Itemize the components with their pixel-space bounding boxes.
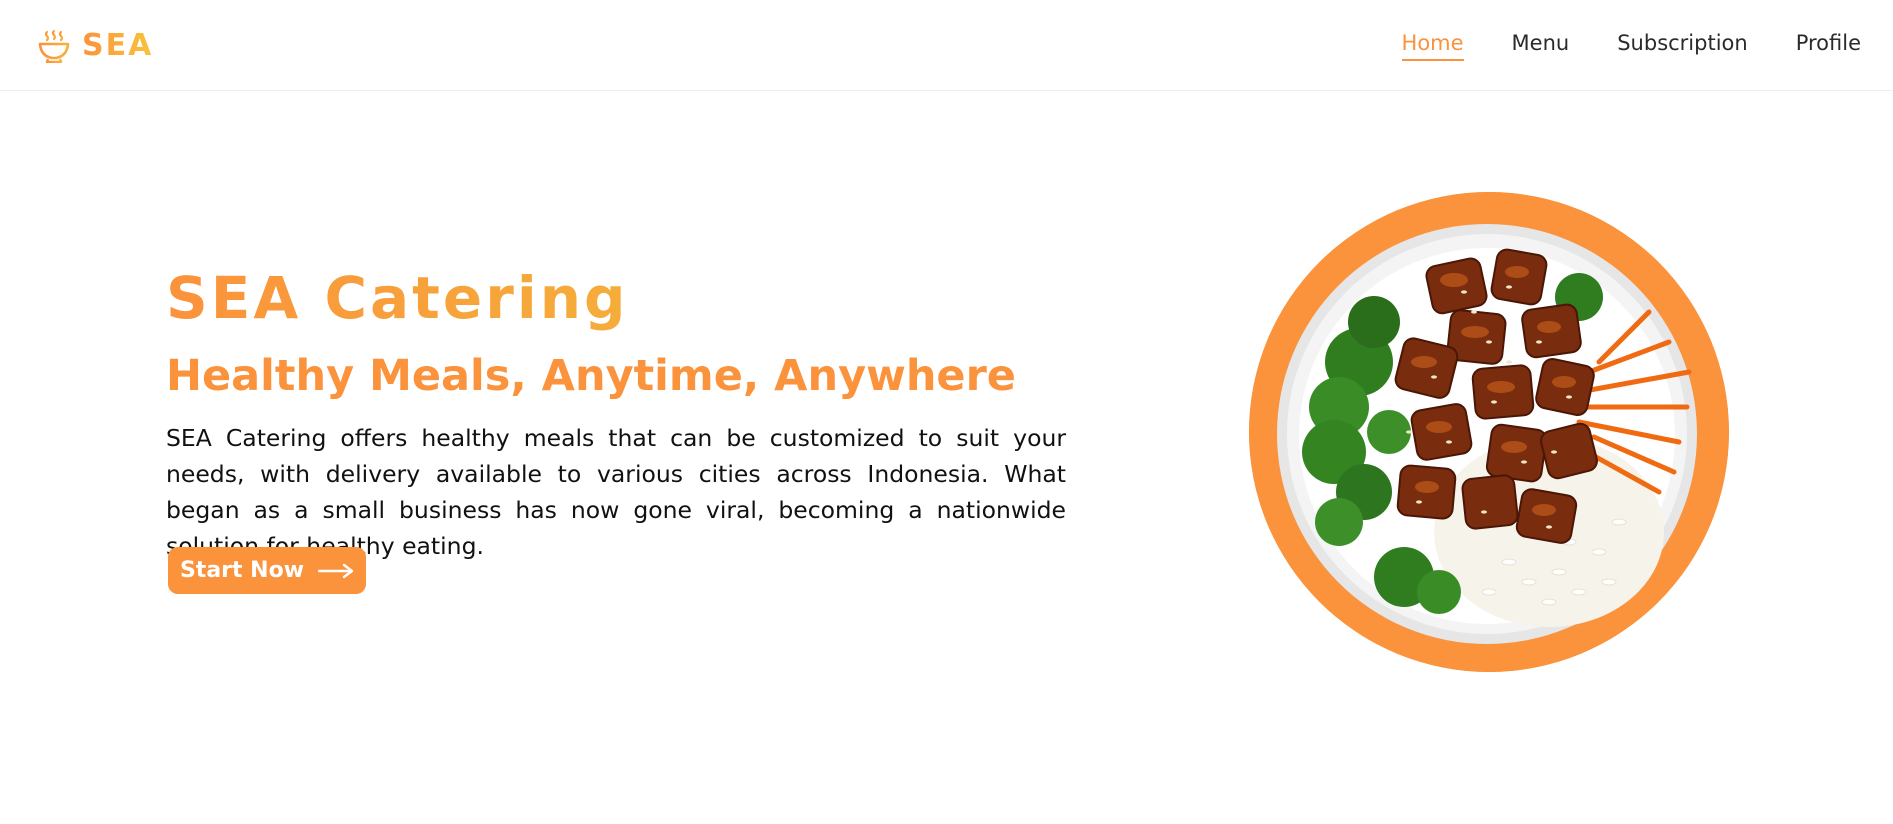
arrow-right-icon bbox=[318, 563, 354, 579]
nav-links: Home Menu Subscription Profile bbox=[1401, 0, 1861, 91]
brand-logo[interactable]: SEA bbox=[38, 28, 153, 63]
start-now-label: Start Now bbox=[179, 558, 305, 583]
food-bowl-image bbox=[1249, 192, 1729, 672]
hero-description: SEA Catering offers healthy meals that c… bbox=[166, 424, 1066, 560]
hero-subtitle: Healthy Meals, Anytime, Anywhere bbox=[166, 351, 1016, 401]
nav-profile[interactable]: Profile bbox=[1796, 31, 1861, 61]
nav-home[interactable]: Home bbox=[1401, 31, 1464, 61]
nav-menu[interactable]: Menu bbox=[1512, 31, 1570, 61]
nav-subscription[interactable]: Subscription bbox=[1617, 31, 1747, 61]
brand-name: SEA bbox=[82, 28, 154, 63]
navbar: SEA Home Menu Subscription Profile bbox=[0, 0, 1893, 91]
hero-title: SEA Catering bbox=[166, 264, 629, 332]
bowl-steam-icon bbox=[38, 29, 70, 63]
start-now-button[interactable]: Start Now bbox=[168, 547, 366, 594]
